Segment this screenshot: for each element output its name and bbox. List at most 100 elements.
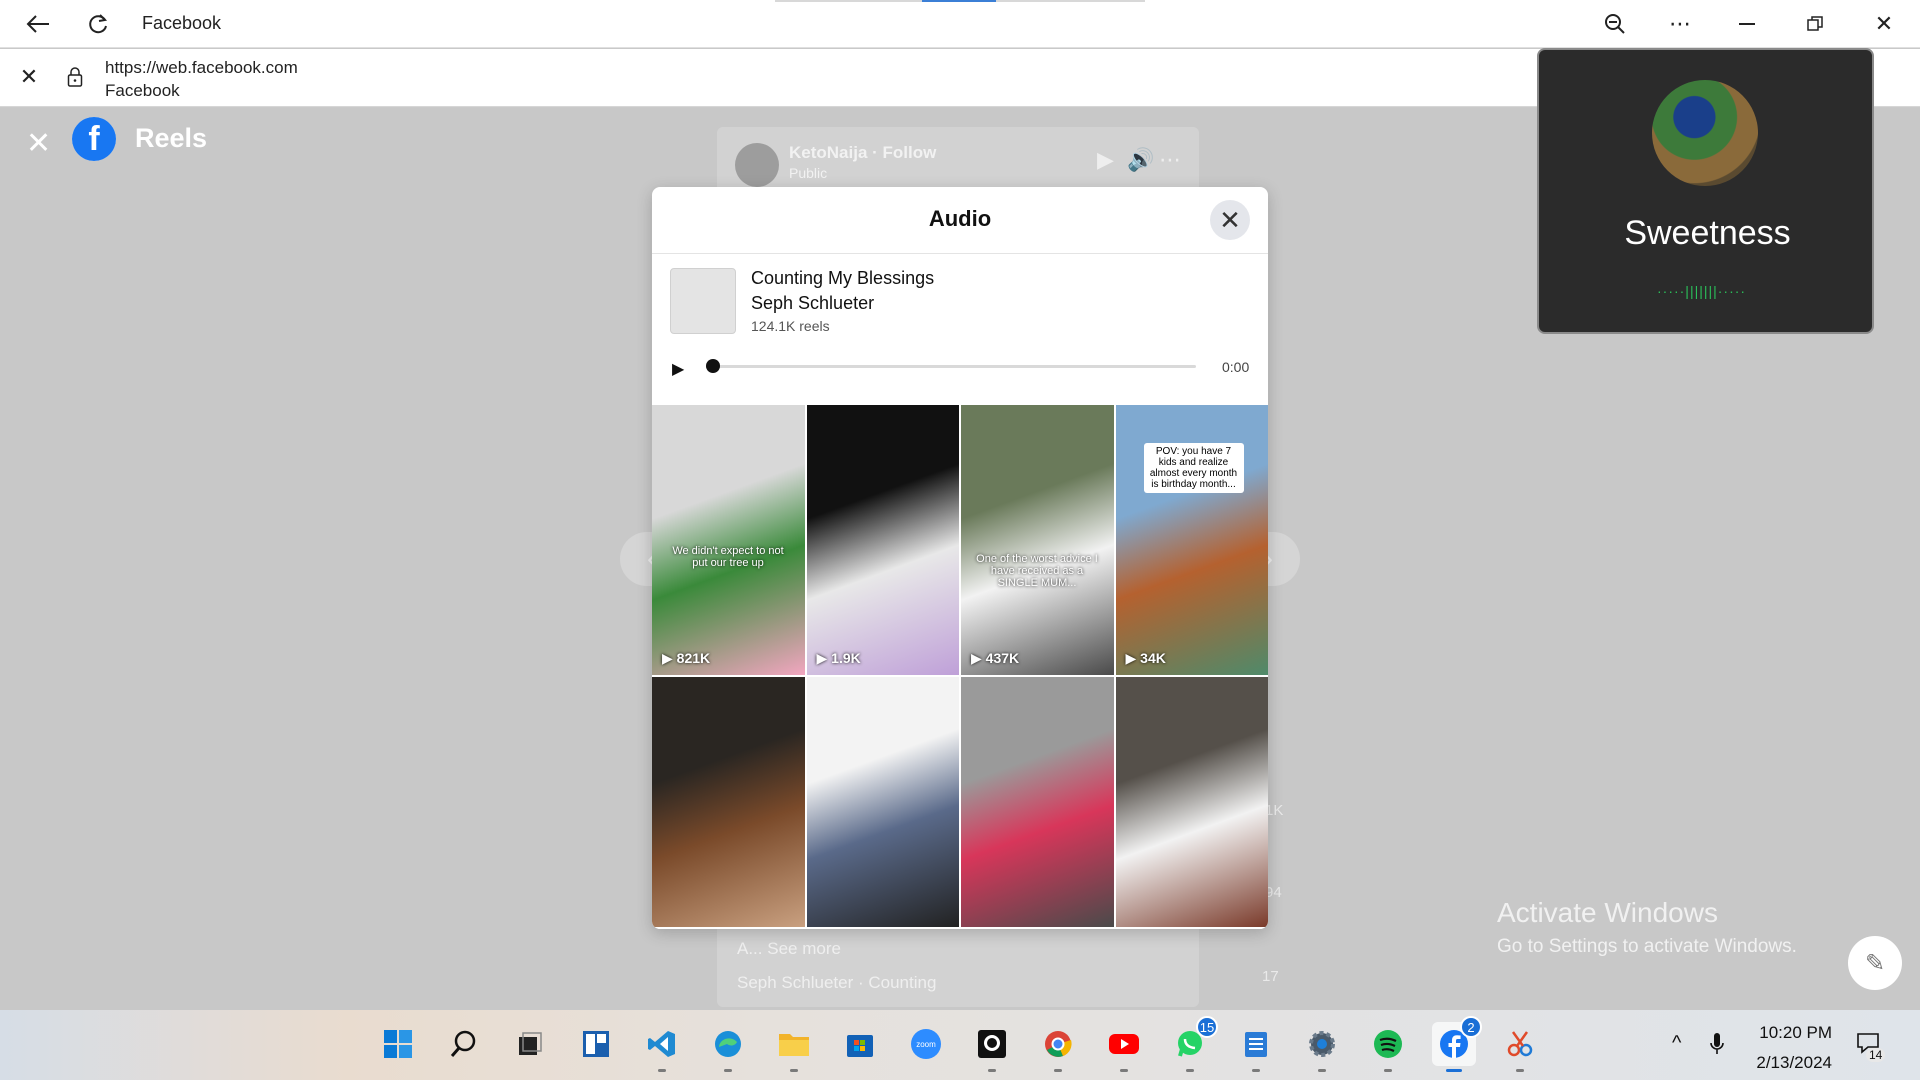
facebook-icon[interactable]: 2	[1432, 1016, 1482, 1072]
microphone-icon[interactable]	[1710, 1032, 1724, 1062]
zoom-out-icon[interactable]	[1595, 8, 1635, 40]
search-icon[interactable]	[442, 1022, 486, 1066]
running-indicator	[790, 1069, 798, 1072]
microsoft-store-icon[interactable]	[838, 1022, 882, 1066]
view-count: ▶ 34K	[1125, 650, 1166, 666]
dialog-close-button[interactable]: ✕	[1210, 200, 1250, 240]
page-title-text: Facebook	[105, 81, 180, 100]
running-indicator	[658, 1069, 666, 1072]
reel-caption-overlay: POV: you have 7 kids and realize almost …	[1143, 443, 1244, 493]
running-indicator	[1186, 1069, 1194, 1072]
close-icon[interactable]: ✕	[1864, 8, 1904, 40]
divider	[652, 253, 1268, 254]
song-cover	[670, 268, 736, 334]
audio-wave-icon: ·····|||||||·····	[1657, 283, 1747, 299]
reel-caption-overlay: We didn't expect to not put our tree up	[672, 545, 784, 569]
url-text[interactable]: https://web.facebook.com	[105, 58, 298, 78]
reels-grid: We didn't expect to not put our tree up ▶…	[652, 405, 1268, 929]
share-count: 17	[1262, 968, 1279, 985]
taskbar: ^ 10:20 PM 2/13/2024 14 zoom 15 2	[0, 1010, 1920, 1080]
reel-audio-link[interactable]: Seph Schlueter · Counting	[737, 973, 936, 993]
clock-date: 2/13/2024	[1756, 1053, 1832, 1072]
vscode-icon[interactable]	[640, 1022, 684, 1072]
reel-thumbnail[interactable]: We didn't expect to not put our tree up ▶…	[652, 405, 805, 675]
play-icon[interactable]: ▶	[1097, 147, 1114, 173]
reel-thumbnail[interactable]: POV: you have 7 kids and realize almost …	[1115, 405, 1268, 675]
restore-icon[interactable]	[1795, 8, 1835, 40]
running-indicator	[1054, 1069, 1062, 1072]
minimize-icon[interactable]	[1727, 8, 1767, 40]
running-indicator	[1318, 1069, 1326, 1072]
running-indicator	[1446, 1069, 1462, 1072]
running-indicator	[1252, 1069, 1260, 1072]
reel-thumbnail[interactable]	[1115, 677, 1268, 927]
task-view-icon[interactable]	[508, 1022, 552, 1066]
audio-time: 0:00	[1222, 359, 1250, 375]
system-clock[interactable]: 10:20 PM 2/13/2024	[1732, 1018, 1832, 1078]
reel-more-icon[interactable]: ⋯	[1159, 147, 1181, 173]
caller-avatar	[1652, 80, 1758, 186]
reel-thumbnail[interactable]: One of the worst advice I have received …	[961, 405, 1114, 675]
facebook-logo[interactable]: f	[72, 117, 116, 161]
song-artist: Seph Schlueter	[751, 293, 875, 313]
reels-count: 124.1K reels	[751, 318, 830, 334]
active-tab-indicator	[922, 0, 996, 2]
lock-icon[interactable]	[55, 61, 95, 93]
reel-caption[interactable]: A... See more	[737, 939, 841, 959]
app-badge: 15	[1196, 1016, 1218, 1038]
author-avatar[interactable]	[735, 143, 779, 187]
notepad-icon[interactable]	[1234, 1022, 1278, 1072]
notification-count: 14	[1866, 1048, 1886, 1062]
activate-windows-title: Activate Windows	[1497, 897, 1718, 928]
zoom-icon[interactable]: zoom	[904, 1022, 948, 1066]
audio-dialog: Audio ✕ Counting My Blessings Seph Schlu…	[652, 187, 1268, 929]
compose-icon[interactable]: ✎	[1848, 936, 1902, 990]
close-reels-icon[interactable]: ✕	[26, 126, 51, 161]
whatsapp-icon[interactable]: 15	[1168, 1016, 1218, 1072]
running-indicator	[724, 1069, 732, 1072]
window-title: Facebook	[142, 13, 222, 33]
reel-visibility: Public	[789, 165, 828, 181]
caller-name: Sweetness	[1624, 214, 1791, 252]
reel-thumbnail[interactable]	[652, 677, 805, 927]
github-icon[interactable]	[970, 1022, 1014, 1072]
reel-author[interactable]: KetoNaija · Follow	[789, 143, 936, 163]
view-count: ▶ 821K	[662, 650, 711, 666]
widgets-icon[interactable]	[574, 1022, 618, 1066]
youtube-icon[interactable]	[1102, 1022, 1146, 1072]
notification-icon[interactable]: 14	[1856, 1032, 1886, 1062]
running-indicator	[1384, 1069, 1392, 1072]
snipping-tool-icon[interactable]	[1498, 1022, 1542, 1072]
start-icon[interactable]	[376, 1022, 420, 1066]
running-indicator	[1516, 1069, 1524, 1072]
spotify-icon[interactable]	[1366, 1022, 1410, 1072]
song-title: Counting My Blessings	[751, 268, 935, 288]
stop-loading-icon[interactable]: ✕	[9, 61, 49, 93]
reel-thumbnail[interactable]	[961, 677, 1114, 927]
running-indicator	[1120, 1069, 1128, 1072]
view-count: ▶ 1.9K	[816, 650, 861, 666]
chevron-up-icon[interactable]: ^	[1672, 1032, 1681, 1055]
audio-play-icon[interactable]: ▶	[672, 359, 684, 379]
dialog-title: Audio	[928, 206, 992, 231]
reel-thumbnail[interactable]: ▶ 1.9K	[806, 405, 959, 675]
call-popup[interactable]: Sweetness ·····|||||||·····	[1537, 48, 1874, 334]
svg-text:zoom: zoom	[916, 1040, 936, 1049]
edge-icon[interactable]	[706, 1022, 750, 1072]
audio-progress-track[interactable]	[706, 365, 1196, 368]
audio-progress-knob[interactable]	[706, 359, 720, 373]
app-badge: 2	[1460, 1016, 1482, 1038]
reel-thumbnail[interactable]	[806, 677, 959, 927]
running-indicator	[988, 1069, 996, 1072]
reels-title: Reels	[135, 123, 208, 153]
title-bar: Facebook ⋯ ✕	[0, 0, 1920, 48]
more-icon[interactable]: ⋯	[1660, 8, 1700, 40]
settings-icon[interactable]	[1300, 1022, 1344, 1072]
volume-icon[interactable]: 🔊	[1127, 147, 1154, 173]
back-icon[interactable]	[18, 8, 58, 40]
file-explorer-icon[interactable]	[772, 1022, 816, 1072]
refresh-icon[interactable]	[78, 8, 118, 40]
reel-caption-overlay: One of the worst advice I have received …	[976, 553, 1098, 589]
chrome-icon[interactable]	[1036, 1022, 1080, 1072]
view-count: ▶ 437K	[971, 650, 1020, 666]
